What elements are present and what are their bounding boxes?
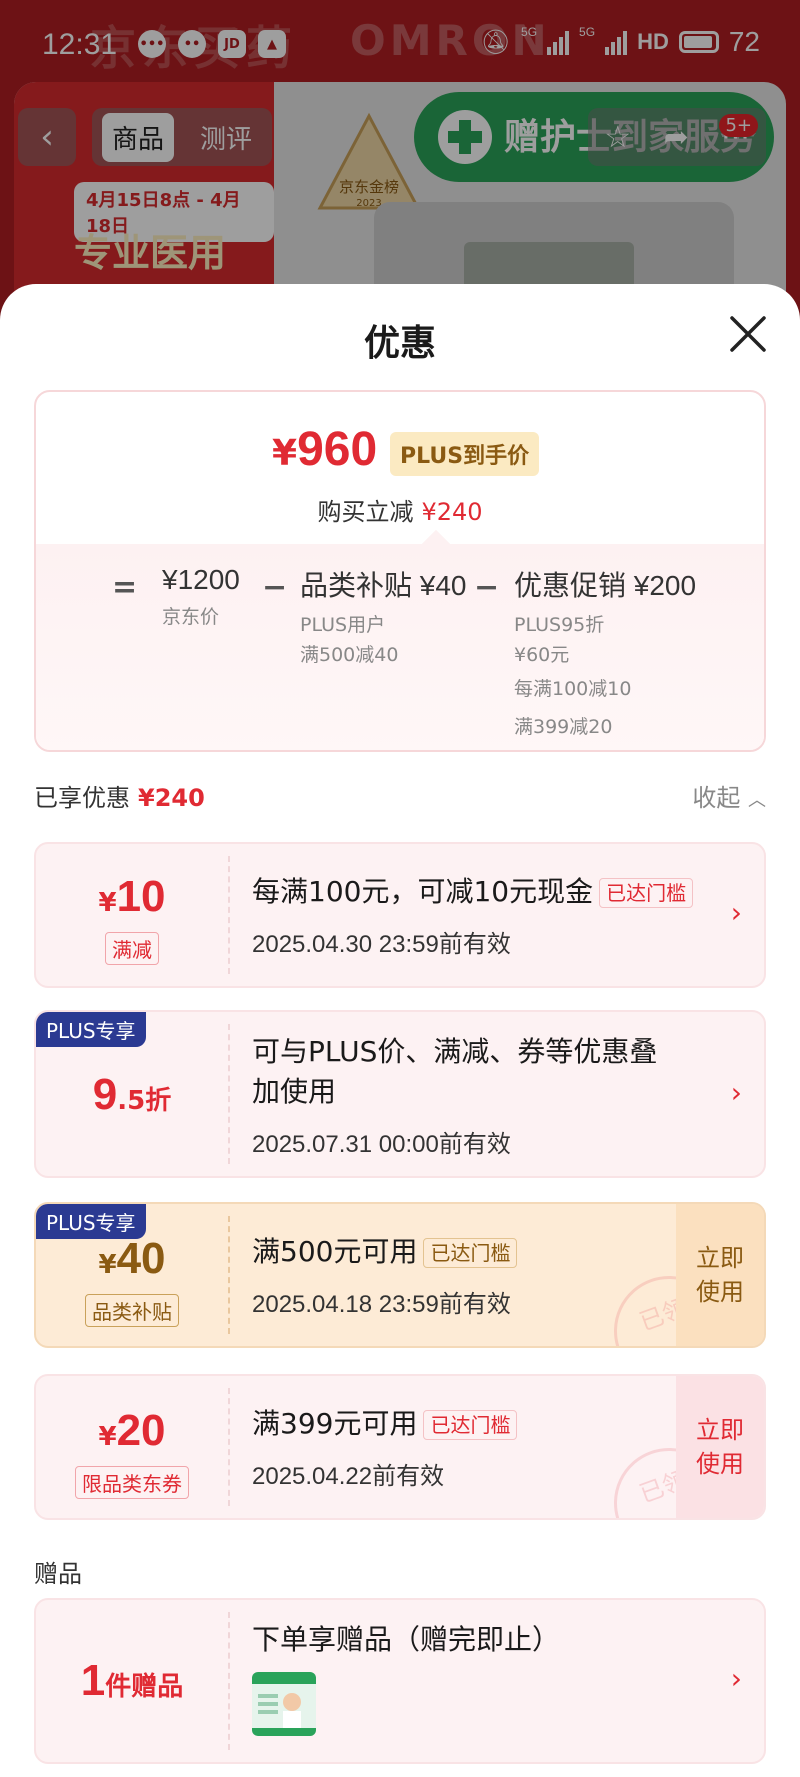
threshold-badge: 已达门槛 [423,1410,518,1440]
coupon-amount: ¥10 [36,872,228,922]
coupon-card-full-reduction[interactable]: ¥10 满减 每满100元，可减10元现金 已达门槛 2025.04.30 23:… [34,842,766,988]
sheet-title: 优惠 [363,323,436,364]
coupon-title-line2: 加使用 [252,1075,337,1108]
coupon-value: 20 [116,1406,166,1455]
threshold-badge: 已达门槛 [599,878,694,908]
base-price-label: 京东价 [162,606,220,628]
collapse-button[interactable]: 收起 ︿ [692,778,766,813]
base-price: ¥1200 [162,564,240,595]
coupon-divider [228,1216,230,1334]
use-label-1: 立即 [696,1244,744,1272]
coupon-title: 可与PLUS价、满减、券等优惠叠 加使用 [252,1032,657,1112]
close-icon[interactable] [726,312,770,356]
coupon-value: 40 [116,1234,166,1283]
enjoyed-header: 已享优惠 ¥240 [34,778,205,813]
overlay-dim[interactable] [0,0,800,320]
chevron-right-icon: › [730,1076,742,1109]
use-label-1: 立即 [696,1416,744,1444]
coupon-card-category-voucher[interactable]: ¥20 限品类东券 满399元可用 已达门槛 2025.04.22前有效 已领 立… [34,1374,766,1520]
gift-product-image [252,1672,316,1736]
coupon-divider [228,856,230,974]
promo-col: 优惠促销 ¥200 PLUS95折 ¥60元 每满100减10 满399减20 [514,564,696,746]
discount-sheet: 优惠 ¥ 960 PLUS到手价 购买立减 ¥240 = ¥1200 京东价 − … [0,284,800,1777]
subsidy-line1: PLUS用户 [300,614,386,636]
promo-line1: PLUS95折 [514,614,605,636]
coupon-value: 10 [116,872,166,921]
promo-title: 优惠促销 ¥200 [514,570,697,601]
coupon-date: 2025.07.31 00:00前有效 [252,1131,511,1158]
minus-sign-2: − [474,570,500,605]
equals-sign: = [112,570,138,605]
coupon-title-text: 满399元可用 [252,1407,418,1440]
coupon-card-category-subsidy[interactable]: PLUS专享 ¥40 品类补贴 满500元可用 已达门槛 2025.04.18 2… [34,1202,766,1348]
coupon-tag: 品类补贴 [85,1294,179,1327]
collapse-label: 收起 [692,784,741,812]
chevron-right-icon: › [730,896,742,929]
coupon-currency: ¥ [98,888,117,918]
promo-line4: 满399减20 [514,716,613,738]
coupon-currency: ¥ [98,1422,117,1452]
plus-price-tag: PLUS到手价 [390,432,540,476]
subsidy-line2: 满500减40 [300,644,399,666]
gift-left: 1件赠品 [36,1600,228,1762]
subsidy-col: 品类补贴 ¥40 PLUS用户 满500减40 [300,564,467,670]
coupon-left: ¥20 限品类东券 [36,1376,228,1518]
price-summary-card: ¥ 960 PLUS到手价 购买立减 ¥240 = ¥1200 京东价 − 品类补… [34,390,766,752]
coupon-value: 9 [92,1070,118,1119]
coupon-date: 2025.04.30 23:59前有效 [252,931,511,958]
coupon-divider [228,1388,230,1506]
gift-count-suffix: 件赠品 [105,1672,184,1702]
gift-section-header: 赠品 [34,1560,82,1588]
gift-card[interactable]: 1件赠品 下单享赠品（赠完即止） › [34,1598,766,1764]
coupon-title-text: 每满100元，可减10元现金 [252,875,594,908]
coupon-title: 满500元可用 已达门槛 [252,1232,518,1272]
save-label: 购买立减 [317,498,414,526]
coupon-date: 2025.04.18 23:59前有效 [252,1291,511,1318]
use-now-button[interactable]: 立即 使用 [676,1204,764,1346]
gift-count: 1件赠品 [36,1656,228,1706]
coupon-title: 满399元可用 已达门槛 [252,1404,518,1444]
coupon-left: 9.5折 [36,1012,228,1176]
enjoyed-label: 已享优惠 [34,784,130,812]
summary-top: ¥ 960 PLUS到手价 购买立减 ¥240 [36,392,764,544]
use-now-button[interactable]: 立即 使用 [676,1376,764,1518]
promo-line3: 每满100减10 [514,678,632,700]
save-amount: ¥240 [421,498,483,526]
coupon-divider [228,1024,230,1164]
coupon-left: ¥40 品类补贴 [36,1204,228,1346]
promo-line2: ¥60元 [514,644,570,666]
coupon-left: ¥10 满减 [36,844,228,986]
coupon-tag: 满减 [105,932,159,965]
subsidy-title: 品类补贴 ¥40 [300,570,467,601]
threshold-badge: 已达门槛 [423,1238,518,1268]
use-label-2: 使用 [696,1278,744,1306]
chevron-up-icon: ︿ [748,790,766,811]
coupon-date: 2025.04.22前有效 [252,1463,445,1490]
final-price-value: 960 [297,423,378,476]
gift-thumbnail-image [252,1672,316,1736]
coupon-title: 每满100元，可减10元现金 已达门槛 [252,872,694,912]
coupon-title-text: 满500元可用 [252,1235,418,1268]
coupon-currency: ¥ [98,1250,117,1280]
coupon-amount: 9.5折 [36,1070,228,1120]
gift-title: 下单享赠品（赠完即止） [252,1623,561,1656]
coupon-amount: ¥40 [36,1234,228,1284]
coupon-card-plus-discount[interactable]: PLUS专享 9.5折 可与PLUS价、满减、券等优惠叠 加使用 2025.07… [34,1010,766,1178]
save-line: 购买立减 ¥240 [36,492,764,527]
currency-symbol: ¥ [272,433,298,474]
coupon-tag: 限品类东券 [75,1466,189,1499]
final-price: ¥ 960 [272,422,377,477]
chevron-right-icon: › [730,1662,742,1695]
base-price-col: ¥1200 京东价 [162,564,240,632]
coupon-suffix: .5折 [117,1086,172,1116]
coupon-amount: ¥20 [36,1406,228,1456]
gift-count-value: 1 [80,1656,106,1705]
coupon-title-line1: 可与PLUS价、满减、券等优惠叠 [252,1035,658,1068]
minus-sign: − [262,570,288,605]
gift-divider [228,1612,230,1750]
enjoyed-amount: ¥240 [138,784,205,812]
price-breakdown: = ¥1200 京东价 − 品类补贴 ¥40 PLUS用户 满500减40 − … [36,544,764,750]
use-label-2: 使用 [696,1450,744,1478]
